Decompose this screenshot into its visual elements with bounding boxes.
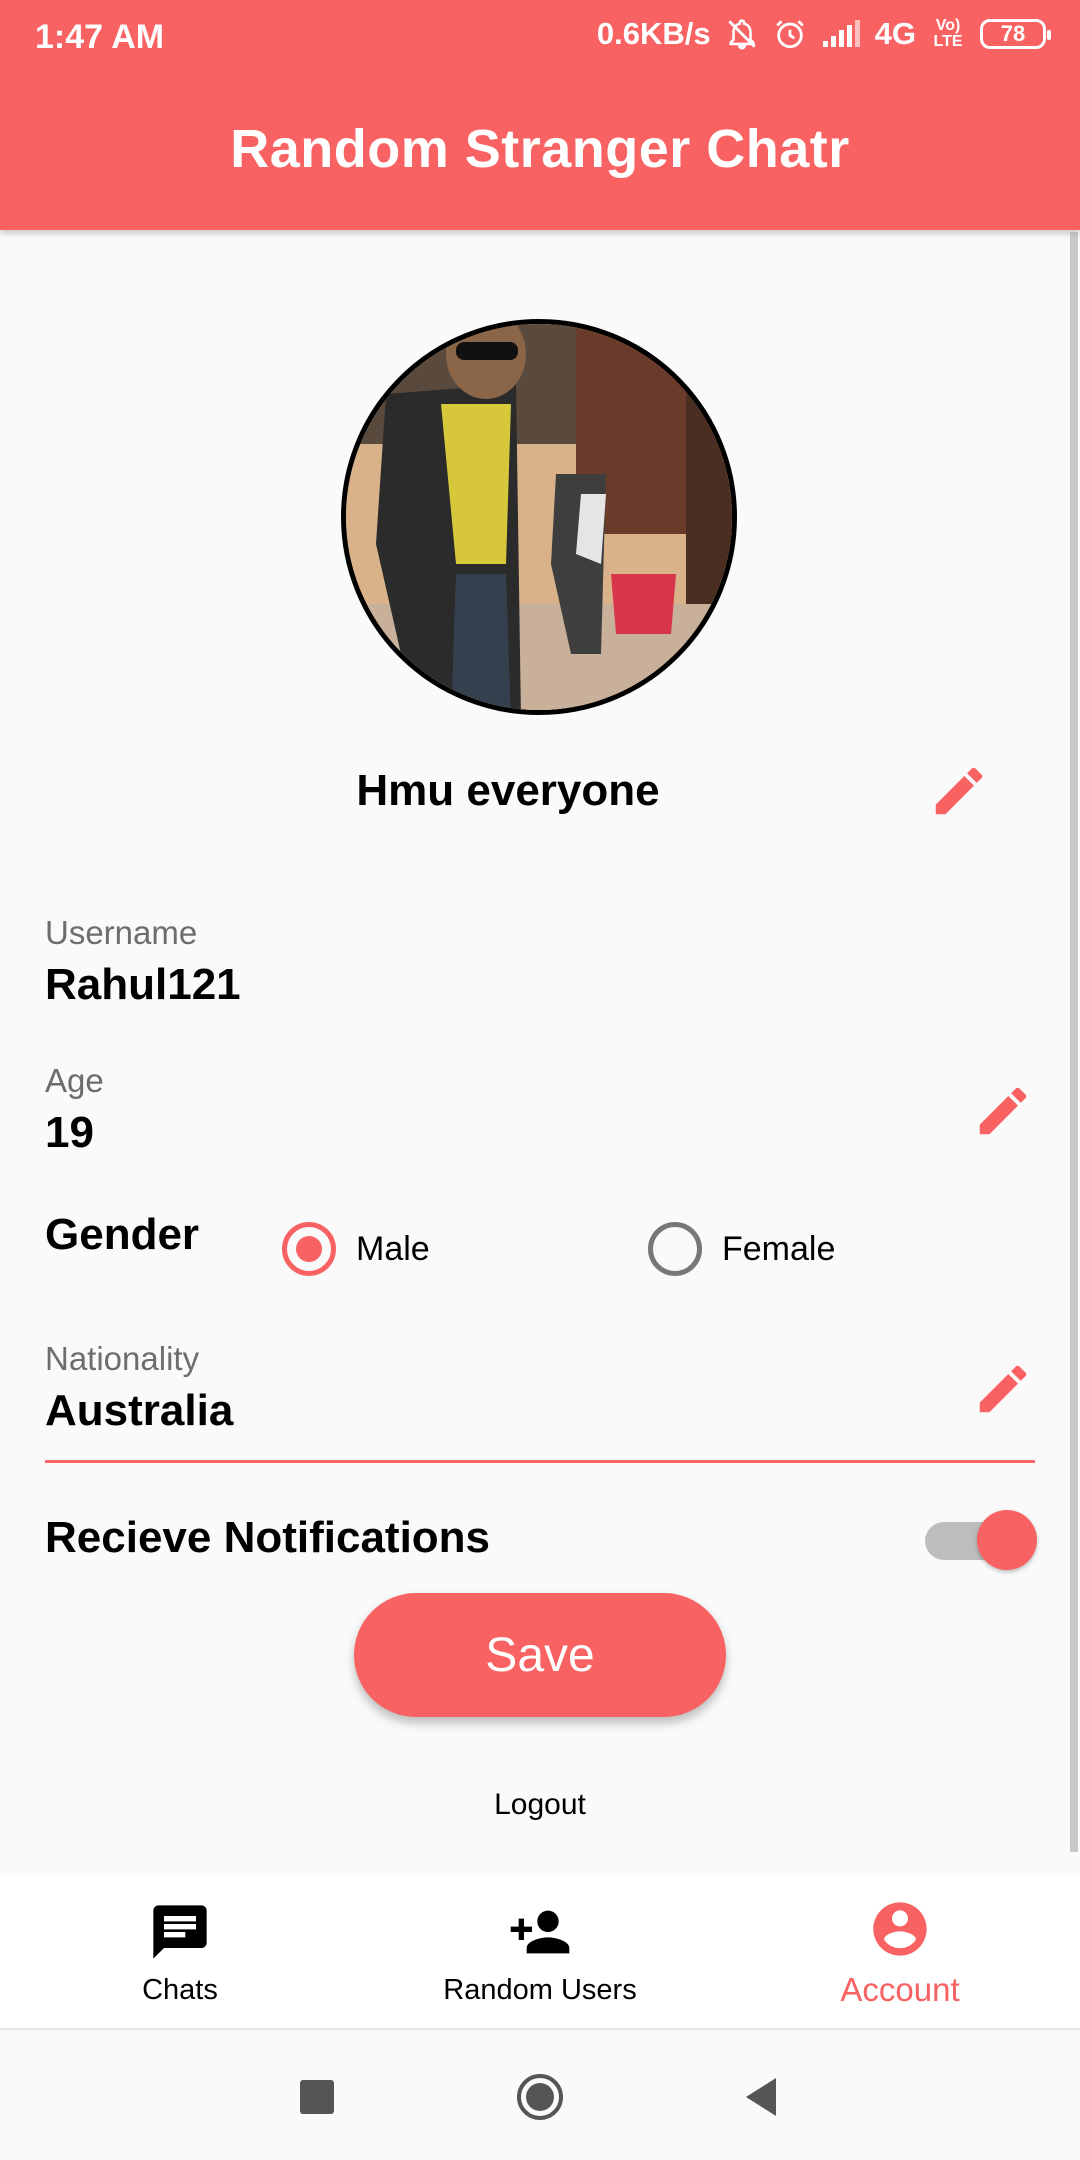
back-icon[interactable] [738,2072,788,2122]
age-value: 19 [45,1108,94,1157]
status-time: 1:47 AM [35,18,165,56]
username-label: Username [45,914,198,951]
nav-random-users-label: Random Users [443,1973,637,2006]
save-button[interactable]: Save [354,1593,726,1717]
edit-age-icon[interactable] [972,1080,1034,1142]
muted-bell-icon [725,17,759,51]
scrollbar[interactable] [1070,232,1078,1852]
battery-icon: 78 [980,19,1051,49]
app-title: Random Stranger Chatr [230,119,850,179]
username-value: Rahul121 [45,960,241,1009]
nationality-label: Nationality [45,1340,200,1377]
gender-label: Gender [45,1210,200,1259]
battery-level: 78 [1000,21,1026,46]
profile-avatar[interactable] [341,319,737,715]
gender-male-radio[interactable]: Male [282,1222,430,1276]
recents-icon[interactable] [292,2072,342,2122]
status-message: Hmu everyone [356,766,660,815]
status-bar: 1:47 AM 0.6KB/s 4G Vo) LTE 78 [0,0,1080,80]
radio-checked-icon [282,1222,336,1276]
nationality-underline [45,1460,1035,1463]
age-label: Age [45,1062,104,1099]
notifications-toggle[interactable] [925,1510,1037,1570]
gender-female-radio[interactable]: Female [648,1222,835,1276]
net-speed: 0.6KB/s [596,16,711,51]
chat-icon [153,1904,207,1959]
nav-random-users[interactable]: Random Users [420,1876,660,2030]
nav-chats-label: Chats [142,1973,218,2006]
toggle-thumb [977,1510,1037,1570]
edit-nationality-icon[interactable] [972,1358,1034,1420]
account-icon [873,1902,927,1956]
home-icon[interactable] [515,2072,565,2122]
alarm-icon [773,17,807,51]
status-right: 0.6KB/s 4G Vo) LTE 78 [596,16,1051,52]
nav-chats[interactable]: Chats [80,1876,280,2030]
gender-male-label: Male [356,1229,430,1268]
nav-account-label: Account [840,1971,960,2008]
profile-photo [346,324,732,710]
nav-account[interactable]: Account [800,1876,1000,2030]
volte-indicator: Vo) LTE [933,17,963,50]
signal-icon [821,19,861,49]
nationality-value: Australia [45,1386,234,1435]
network-type: 4G [874,16,916,51]
radio-unchecked-icon [648,1222,702,1276]
app-header: 1:47 AM 0.6KB/s 4G Vo) LTE 78 Random Str… [0,0,1080,230]
gender-female-label: Female [722,1229,836,1268]
notifications-label: Recieve Notifications [45,1513,491,1562]
system-navigation [0,2030,1080,2160]
bottom-navigation: Chats Random Users Account [0,1876,1080,2030]
add-person-icon [510,1910,570,1953]
edit-status-icon[interactable] [928,760,990,822]
logout-link[interactable]: Logout [0,1788,1080,1822]
